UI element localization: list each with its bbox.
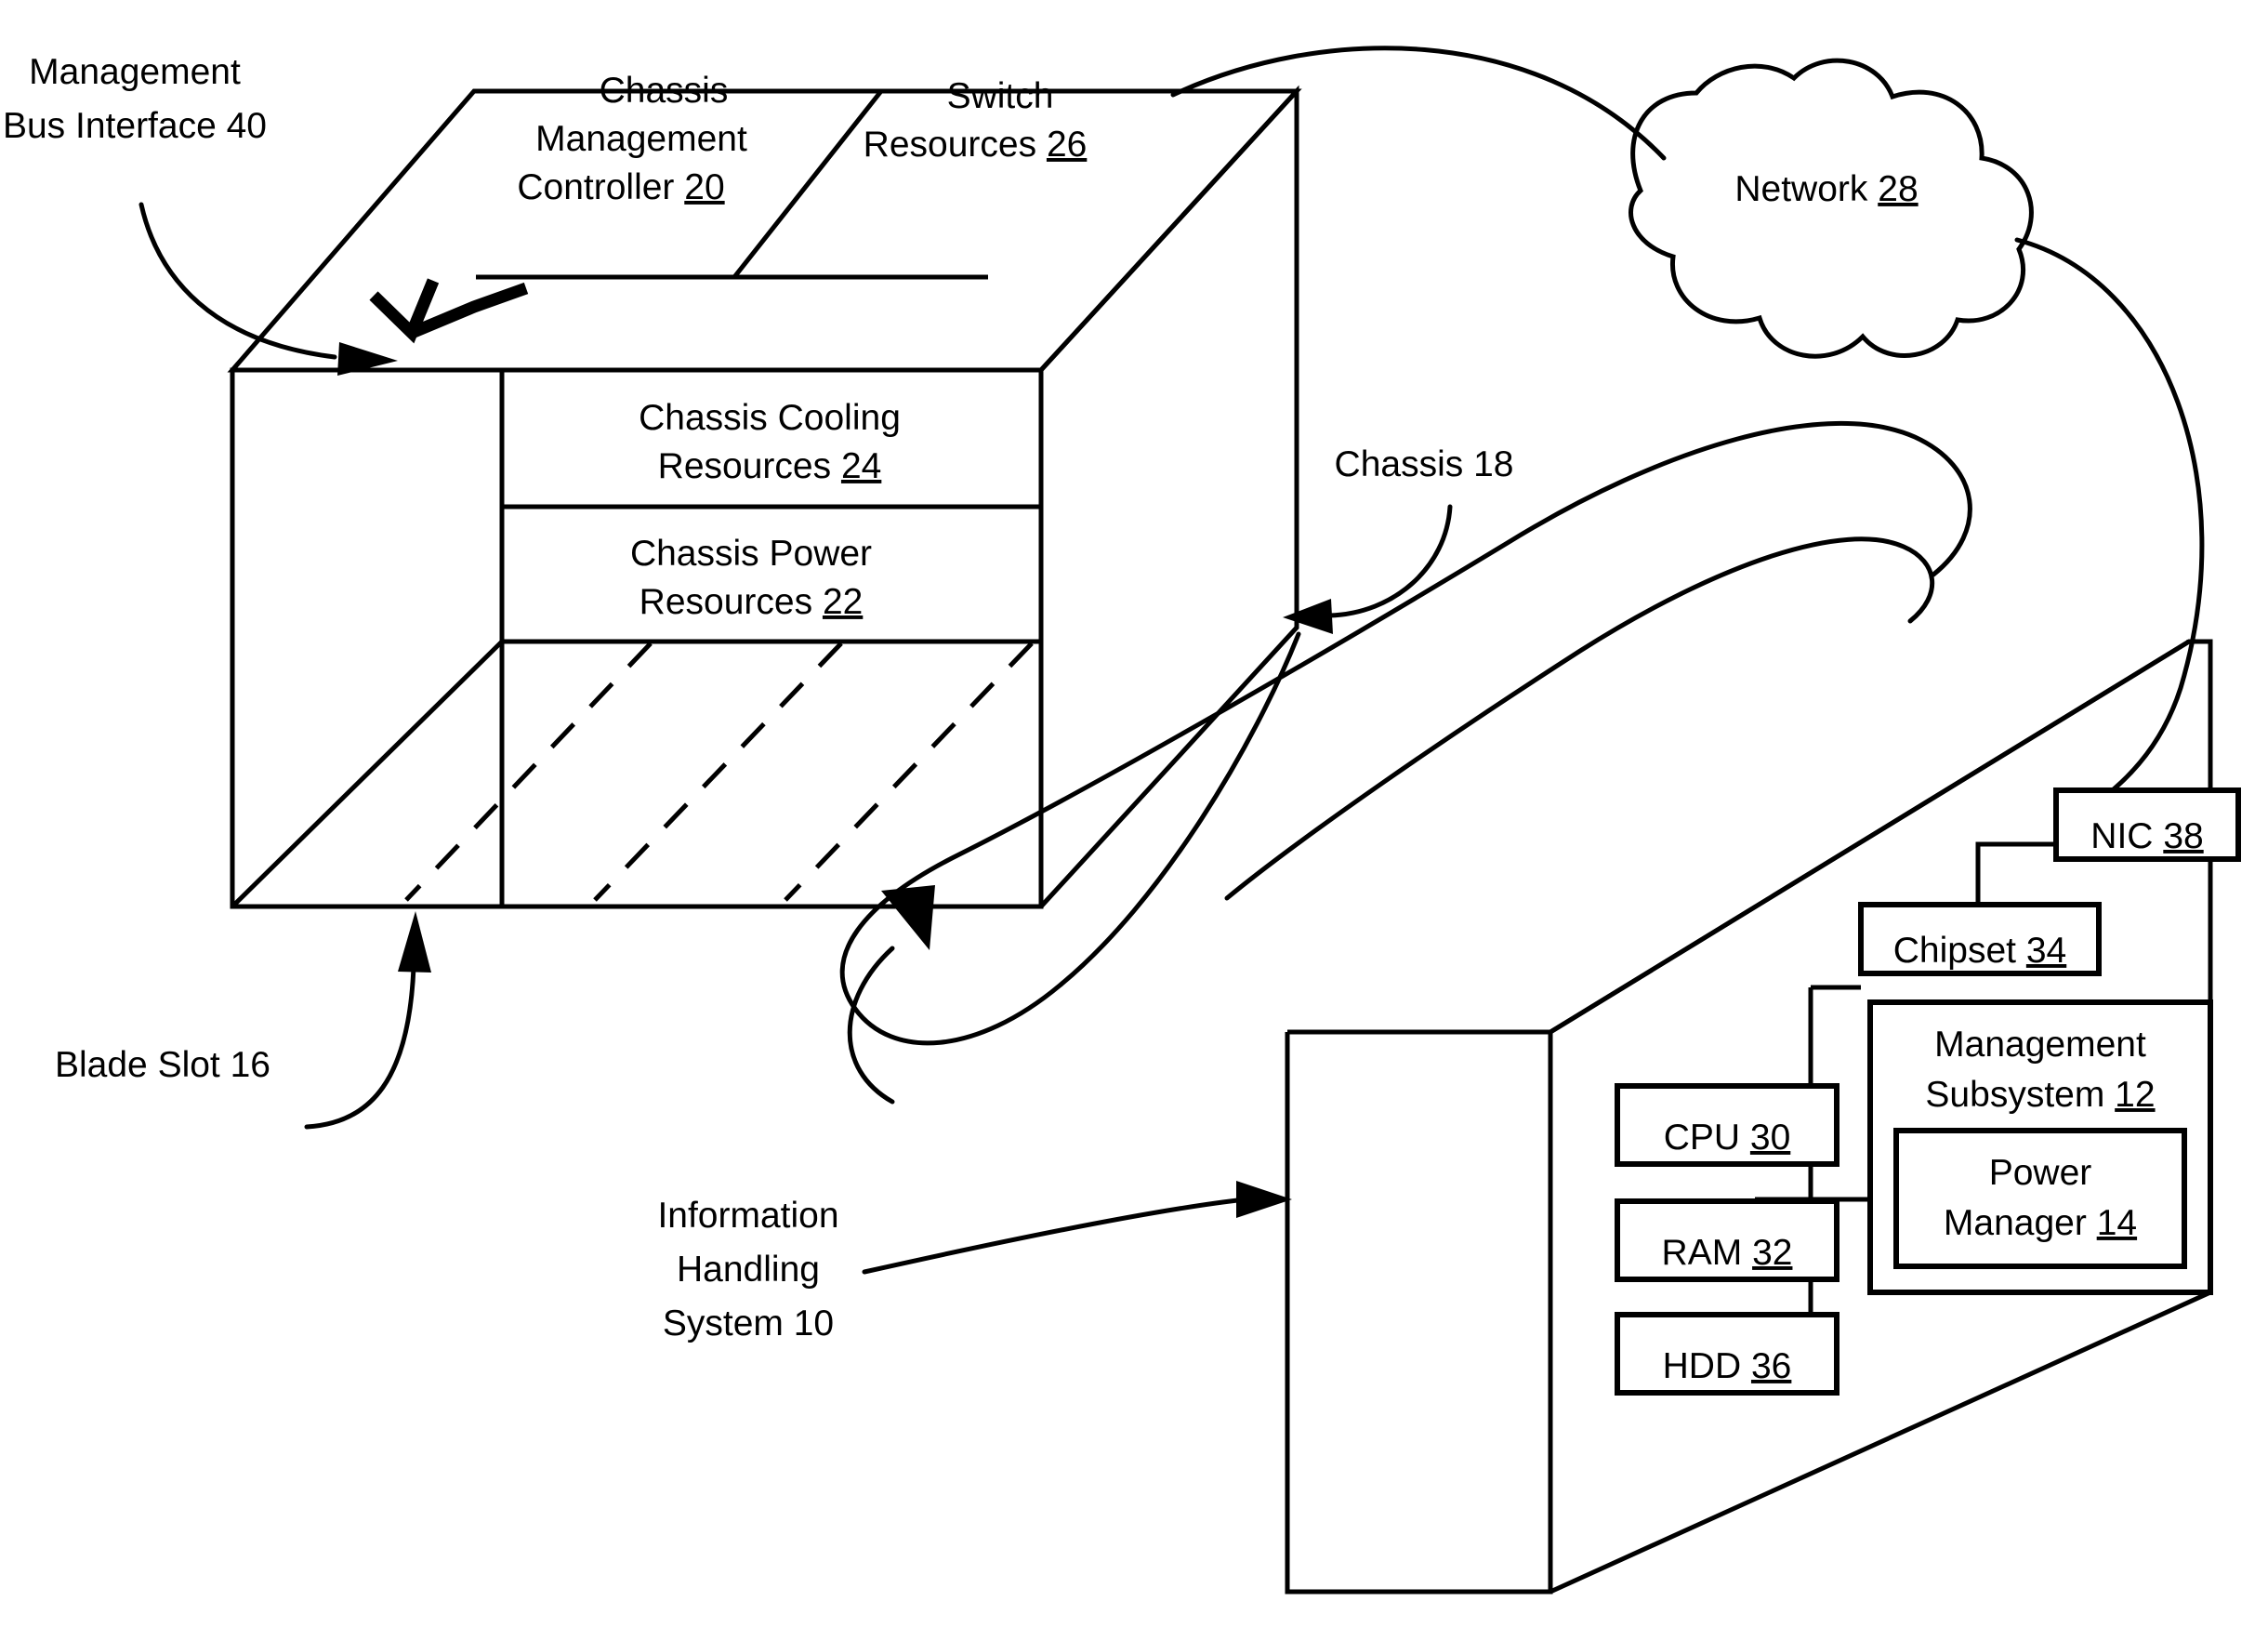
switch-line-1: Switch [947,76,1054,116]
blade-slot-guide-1 [404,642,653,902]
blade-slot-leader-line [304,964,416,1130]
hdd-label: HDD 36 [1663,1346,1792,1386]
ram-box: RAM 32 [1615,1198,1839,1282]
cooling-line-2: Resources 24 [658,446,882,486]
blade-slot-floor-edge [231,640,504,908]
chassis-box [227,85,1302,909]
mgmt-subsystem-line-1: Management [1934,1025,2146,1065]
cpu-box: CPU 30 [1615,1083,1839,1167]
chassis-front-face [230,367,1044,909]
chipset-box: Chipset 34 [1858,902,2102,976]
management-bus-interface-label: Management Bus Interface 40 [3,52,267,146]
ihs-line-2: Handling [677,1250,820,1290]
chassis-label: Chassis 18 [1335,444,1514,484]
network-to-nic-link [2014,237,2205,802]
cmc-line-1: Chassis [600,71,729,111]
cmc-line-2: Management [535,119,747,159]
chassis-leader-arrowhead [1283,599,1333,634]
blade-slot-label: Blade Slot 16 [55,1045,270,1085]
management-subsystem-box: Management Subsystem 12 Power Manager 14 [1867,999,2213,1295]
mbi-line-1: Management [29,52,241,92]
blade-band-edge-outer [839,421,1972,1046]
power-manager-rect [1893,1128,2187,1269]
mbi-leader-line [138,202,337,360]
power-line-2: Resources 22 [640,582,864,622]
ram-label: RAM 32 [1662,1233,1793,1273]
network-cloud: Network 28 [1628,58,2034,359]
patent-figure-canvas: Chassis Management Controller 20 Switch … [0,0,2268,1641]
ihs-leader-line [862,1197,1248,1275]
blade-band-edge-inner [1224,536,1934,901]
blade-slot-guide-3 [784,642,1034,902]
blade-slot-label-text: Blade Slot 16 [55,1045,270,1085]
cooling-line-1: Chassis Cooling [639,398,901,438]
chassis-cooling-resources-label: Chassis Cooling Resources 24 [639,398,901,486]
management-bus-interface-connector-symbol [369,278,529,344]
blade-band-arrowhead-chassis [881,885,935,950]
blade-insertion-band [839,421,1972,1046]
ihs-line-3: System 10 [663,1304,834,1343]
power-manager-line-1: Power [1989,1153,2092,1193]
chassis-top-face [227,88,1302,373]
nic-box: NIC 38 [2053,787,2241,862]
chassis-label-text: Chassis 18 [1335,444,1514,484]
ihs-line-1: Information [657,1196,838,1236]
mbi-line-2: Bus Interface 40 [3,106,267,146]
network-label: Network 28 [1734,169,1918,209]
chassis-to-network-link [1170,46,1667,161]
blade-slot-guide-2 [593,642,843,902]
chassis-leader-line [1326,504,1453,618]
nic-label: NIC 38 [2090,816,2203,856]
chassis-top-cell-divider [732,89,883,279]
bus-symbol-stroke [369,278,529,344]
hdd-box: HDD 36 [1615,1312,1839,1396]
chassis-right-face [1039,85,1299,908]
chipset-label: Chipset 34 [1893,931,2066,971]
figure-drawing: Chassis Management Controller 20 Switch … [3,46,2241,1595]
ihs-leader-arrowhead [1236,1181,1292,1218]
server-front-left-face [1285,1032,1553,1595]
information-handling-system-label: Information Handling System 10 [657,1196,838,1343]
switch-line-2: Resources 26 [864,125,1088,165]
blade-slot-leader-arrowhead [398,911,431,973]
cpu-label: CPU 30 [1664,1118,1791,1158]
power-manager-box: Power Manager 14 [1893,1128,2187,1269]
cmc-line-3: Controller 20 [517,167,724,207]
mgmt-subsystem-line-2: Subsystem 12 [1925,1075,2155,1115]
power-manager-line-2: Manager 14 [1944,1203,2137,1243]
power-line-1: Chassis Power [630,534,872,574]
chassis-power-resources-label: Chassis Power Resources 22 [630,534,872,622]
